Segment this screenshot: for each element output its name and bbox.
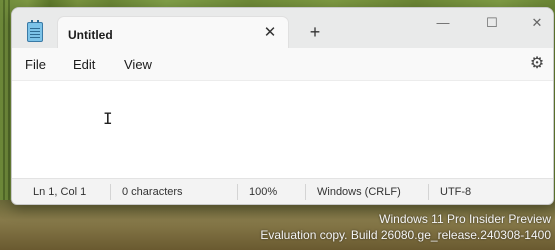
status-separator [305, 184, 306, 200]
menu-file[interactable]: File [25, 57, 46, 72]
title-bar[interactable]: Untitled ✕ + — ☐ ✕ [12, 8, 553, 49]
menu-bar: File Edit View ⚙ [12, 48, 553, 80]
tab-title: Untitled [68, 28, 113, 42]
notepad-window: Untitled ✕ + — ☐ ✕ File Edit View ⚙ I Ln… [11, 7, 554, 205]
zoom-level[interactable]: 100% [249, 186, 277, 198]
close-window-button[interactable]: ✕ [517, 8, 553, 38]
watermark-line-2: Evaluation copy. Build 26080.ge_release.… [260, 228, 551, 242]
menu-view[interactable]: View [124, 57, 152, 72]
status-separator [110, 184, 111, 200]
text-cursor-icon: I [103, 109, 113, 128]
tab-untitled[interactable]: Untitled ✕ [57, 16, 289, 49]
new-tab-button[interactable]: + [305, 22, 325, 42]
status-separator [428, 184, 429, 200]
cursor-position: Ln 1, Col 1 [33, 186, 87, 198]
status-separator [237, 184, 238, 200]
character-count: 0 characters [122, 186, 183, 198]
minimize-button[interactable]: — [423, 8, 463, 38]
encoding[interactable]: UTF-8 [440, 186, 471, 198]
close-tab-icon[interactable]: ✕ [260, 23, 280, 43]
menu-edit[interactable]: Edit [73, 57, 95, 72]
text-editor-area[interactable]: I [12, 80, 553, 179]
status-bar: Ln 1, Col 1 0 characters 100% Windows (C… [12, 178, 553, 204]
watermark-line-1: Windows 11 Pro Insider Preview [379, 212, 551, 226]
maximize-button[interactable]: ☐ [472, 8, 512, 38]
settings-gear-icon[interactable]: ⚙ [527, 54, 547, 74]
line-ending[interactable]: Windows (CRLF) [317, 186, 401, 198]
notepad-app-icon [27, 20, 43, 42]
